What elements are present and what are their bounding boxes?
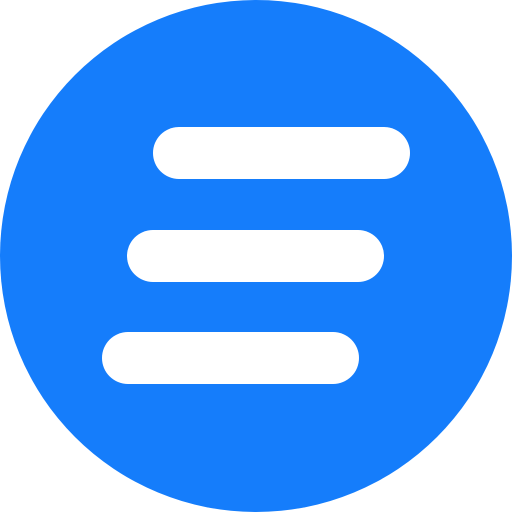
app-icon-canvas (0, 0, 512, 512)
menu-bar-middle (127, 230, 384, 282)
menu-bar-bottom (102, 332, 359, 384)
menu-bar-top (153, 127, 410, 179)
menu-icon[interactable] (0, 0, 512, 512)
